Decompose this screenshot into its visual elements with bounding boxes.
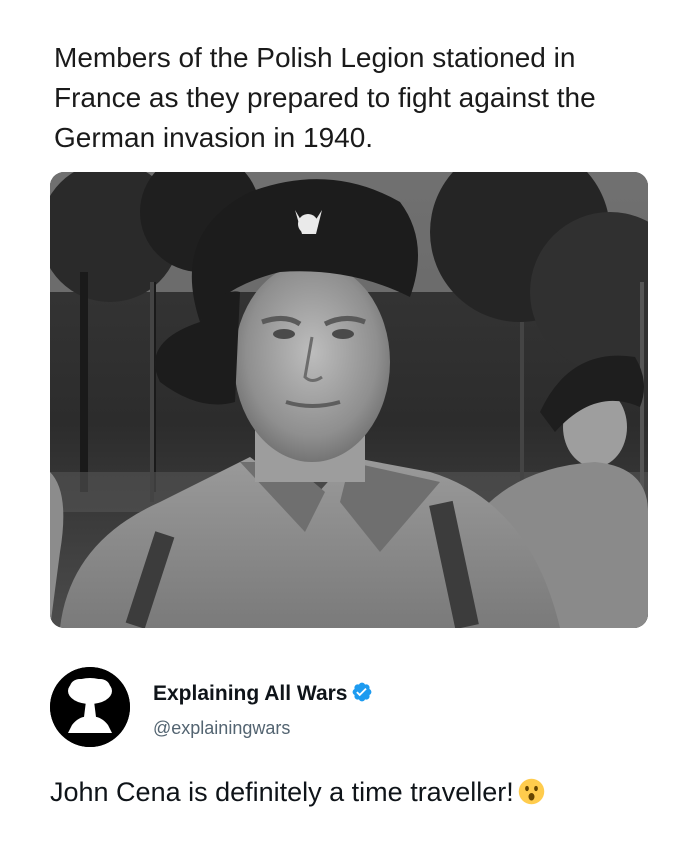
verified-badge-icon	[353, 682, 372, 702]
post-caption: Members of the Polish Legion stationed i…	[54, 42, 596, 153]
reply-text: John Cena is definitely a time traveller…	[50, 777, 514, 807]
reply-text-line: John Cena is definitely a time traveller…	[50, 774, 670, 810]
author-name[interactable]: Explaining All Wars	[153, 681, 373, 706]
soldier-photo-image	[50, 172, 648, 628]
author-block[interactable]: Explaining All Wars @explainingwars	[50, 660, 648, 750]
post-photo[interactable]	[50, 172, 648, 628]
author-avatar[interactable]	[50, 667, 130, 747]
author-name-text[interactable]: Explaining All Wars	[153, 682, 347, 705]
mushroom-cloud-icon	[50, 667, 130, 747]
post-card: Members of the Polish Legion stationed i…	[0, 0, 700, 851]
surprised-face-emoji	[518, 778, 544, 805]
author-handle[interactable]: @explainingwars	[153, 718, 290, 739]
